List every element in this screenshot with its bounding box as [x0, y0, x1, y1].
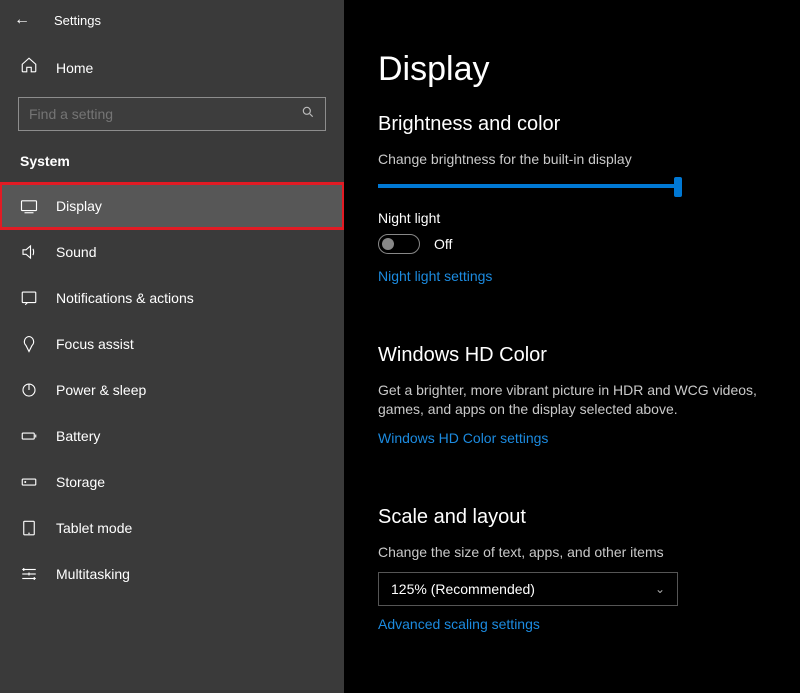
page-title: Display: [378, 50, 766, 89]
sidebar-item-label: Storage: [56, 474, 105, 490]
slider-thumb[interactable]: [674, 177, 682, 197]
brightness-section-title: Brightness and color: [378, 113, 766, 136]
sidebar-item-notifications[interactable]: Notifications & actions: [0, 275, 344, 321]
night-light-state: Off: [434, 236, 452, 252]
battery-icon: [20, 427, 38, 445]
brightness-slider[interactable]: [378, 184, 678, 188]
back-arrow-icon[interactable]: ←: [14, 11, 30, 29]
sidebar-home[interactable]: Home: [0, 40, 344, 89]
topbar: ← Settings: [0, 0, 344, 40]
sidebar-item-label: Notifications & actions: [56, 290, 194, 306]
sidebar-item-multitasking[interactable]: Multitasking: [0, 551, 344, 597]
night-light-settings-link[interactable]: Night light settings: [378, 268, 492, 284]
category-label: System: [0, 145, 344, 183]
sidebar-item-label: Battery: [56, 428, 100, 444]
chevron-down-icon: ⌄: [655, 582, 665, 596]
app-title: Settings: [54, 13, 101, 28]
content-area: Display Brightness and color Change brig…: [344, 0, 800, 693]
sidebar-item-label: Multitasking: [56, 566, 130, 582]
night-light-toggle[interactable]: [378, 234, 420, 254]
sidebar-item-label: Tablet mode: [56, 520, 132, 536]
brightness-desc: Change brightness for the built-in displ…: [378, 150, 766, 170]
sidebar-item-sound[interactable]: Sound: [0, 229, 344, 275]
sound-icon: [20, 243, 38, 261]
hd-section-title: Windows HD Color: [378, 344, 766, 367]
hd-color-settings-link[interactable]: Windows HD Color settings: [378, 430, 548, 446]
sidebar-item-label: Focus assist: [56, 336, 134, 352]
scale-section-title: Scale and layout: [378, 506, 766, 529]
advanced-scaling-link[interactable]: Advanced scaling settings: [378, 616, 540, 632]
power-icon: [20, 381, 38, 399]
tablet-icon: [20, 519, 38, 537]
multitasking-icon: [20, 565, 38, 583]
sidebar-nav: Display Sound Notifications & actions Fo…: [0, 183, 344, 597]
dropdown-value: 125% (Recommended): [391, 581, 535, 597]
scale-dropdown[interactable]: 125% (Recommended) ⌄: [378, 572, 678, 606]
night-light-label: Night light: [378, 210, 766, 226]
display-icon: [20, 197, 38, 215]
search-box[interactable]: [18, 97, 326, 131]
sidebar-item-focus-assist[interactable]: Focus assist: [0, 321, 344, 367]
sidebar-item-battery[interactable]: Battery: [0, 413, 344, 459]
night-light-toggle-row: Off: [378, 234, 766, 254]
search-input[interactable]: [29, 106, 301, 122]
sidebar-item-tablet-mode[interactable]: Tablet mode: [0, 505, 344, 551]
notifications-icon: [20, 289, 38, 307]
home-label: Home: [56, 60, 93, 76]
sidebar-item-display[interactable]: Display: [0, 183, 344, 229]
sidebar-item-label: Display: [56, 198, 102, 214]
sidebar: ← Settings Home System Display Sound Not…: [0, 0, 344, 693]
storage-icon: [20, 473, 38, 491]
search-icon: [301, 105, 315, 124]
sidebar-item-label: Sound: [56, 244, 96, 260]
hd-desc: Get a brighter, more vibrant picture in …: [378, 381, 766, 420]
sidebar-item-label: Power & sleep: [56, 382, 146, 398]
focus-assist-icon: [20, 335, 38, 353]
home-icon: [20, 56, 38, 79]
sidebar-item-storage[interactable]: Storage: [0, 459, 344, 505]
sidebar-item-power[interactable]: Power & sleep: [0, 367, 344, 413]
toggle-knob: [382, 238, 394, 250]
scale-desc: Change the size of text, apps, and other…: [378, 543, 766, 563]
